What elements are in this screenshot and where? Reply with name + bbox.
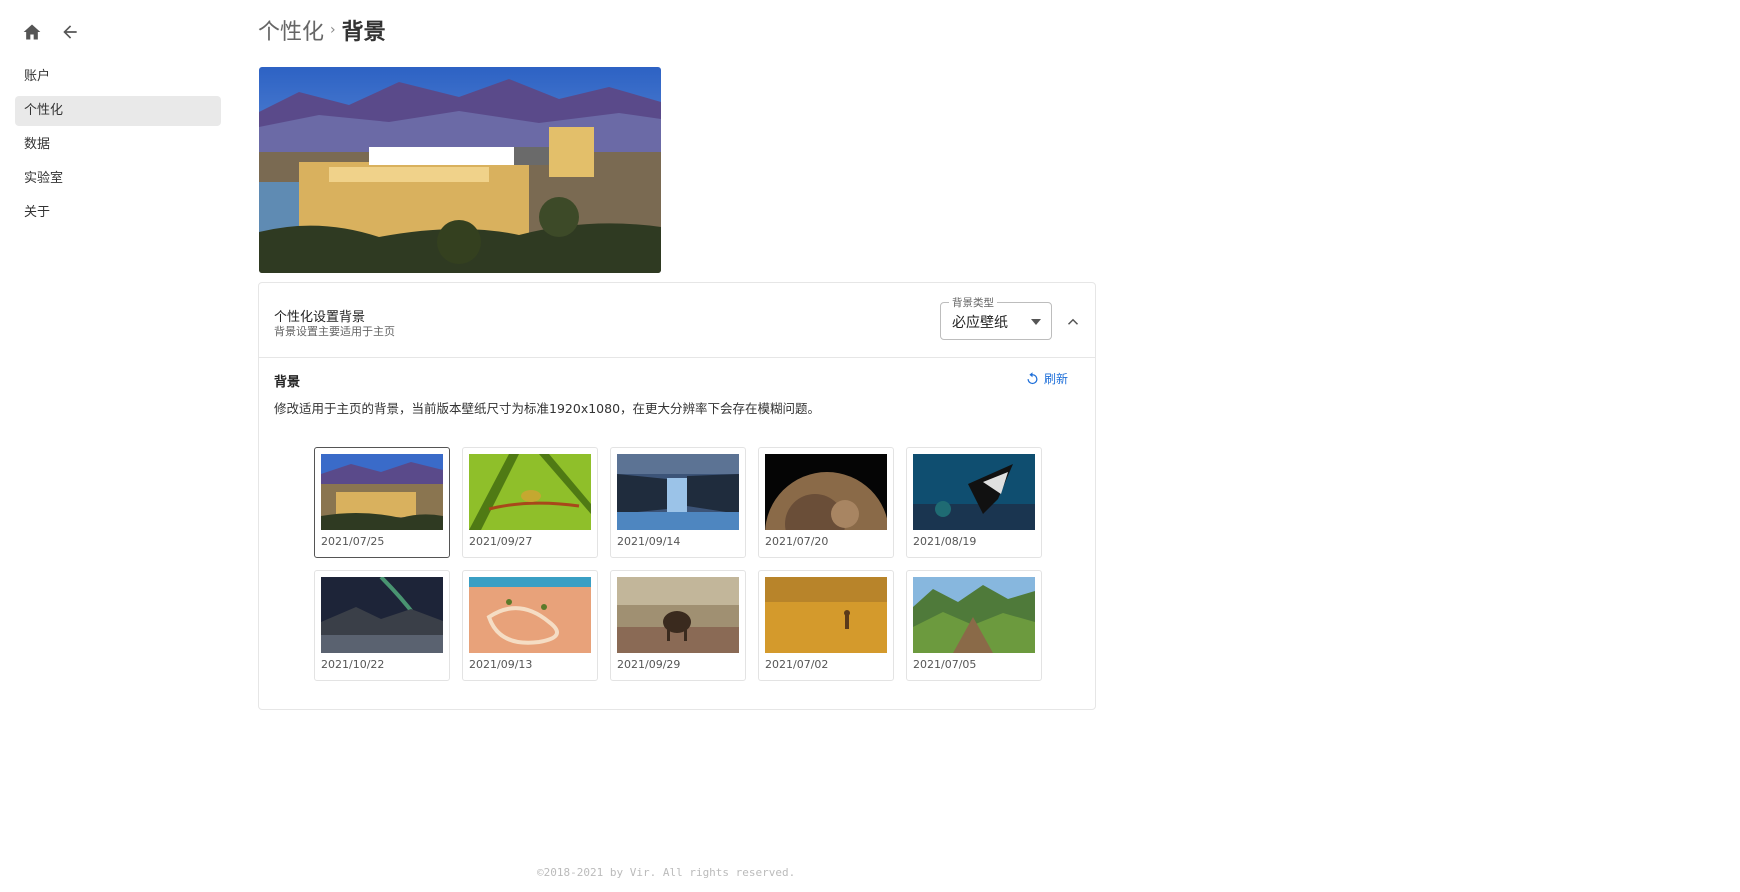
background-preview [259, 67, 661, 273]
caret-down-icon [1031, 319, 1041, 325]
background-type-label: 背景类型 [949, 295, 997, 310]
breadcrumb-separator: › [330, 22, 336, 38]
wallpaper-thumbnail [321, 454, 443, 530]
wallpaper-thumbnail [913, 454, 1035, 530]
refresh-label: 刷新 [1044, 372, 1069, 386]
wallpaper-date: 2021/07/25 [321, 535, 385, 548]
refresh-button[interactable]: 刷新 [1025, 370, 1068, 387]
wallpaper-item[interactable]: 2021/08/19 [906, 447, 1042, 558]
sidebar: 账户 个性化 数据 实验室 关于 [0, 0, 230, 892]
wallpaper-item[interactable]: 2021/09/14 [610, 447, 746, 558]
background-type-value: 必应壁纸 [952, 315, 1008, 331]
breadcrumb: 个性化 › 背景 [258, 14, 386, 46]
settings-header: 个性化设置背景 背景设置主要适用于主页 背景类型 必应壁纸 [259, 283, 1095, 358]
wallpaper-thumbnail [469, 454, 591, 530]
sidebar-item-about[interactable]: 关于 [15, 198, 221, 228]
wallpaper-thumbnail [617, 577, 739, 653]
wallpaper-date: 2021/10/22 [321, 658, 385, 671]
wallpaper-thumbnail [765, 454, 887, 530]
chevron-up-icon[interactable] [1062, 311, 1084, 333]
wallpaper-date: 2021/09/13 [469, 658, 533, 671]
wallpaper-date: 2021/09/14 [617, 535, 681, 548]
wallpaper-thumbnail [469, 577, 591, 653]
top-icons [20, 20, 82, 44]
page-title: 背景 [341, 20, 386, 45]
wallpaper-date: 2021/09/29 [617, 658, 681, 671]
wallpaper-thumbnail [321, 577, 443, 653]
sidebar-item-account[interactable]: 账户 [15, 62, 221, 92]
sidebar-item-personalization[interactable]: 个性化 [15, 96, 221, 126]
wallpaper-date: 2021/07/05 [913, 658, 977, 671]
refresh-icon [1027, 372, 1038, 385]
background-type-select[interactable]: 背景类型 必应壁纸 [940, 295, 1052, 340]
wallpaper-item[interactable]: 2021/07/02 [758, 570, 894, 681]
home-icon[interactable] [20, 20, 44, 44]
wallpaper-date: 2021/09/27 [469, 535, 533, 548]
footer-copyright: ©2018-2021 by Vir. All rights reserved. [537, 866, 796, 879]
wallpaper-thumbnail [913, 577, 1035, 653]
settings-subtitle: 背景设置主要适用于主页 [274, 325, 395, 338]
arrow-left-icon[interactable] [58, 20, 82, 44]
sidebar-item-lab[interactable]: 实验室 [15, 164, 221, 194]
wallpaper-item[interactable]: 2021/07/25 [314, 447, 450, 558]
wallpaper-item[interactable]: 2021/07/05 [906, 570, 1042, 681]
wallpaper-item[interactable]: 2021/09/29 [610, 570, 746, 681]
wallpaper-item[interactable]: 2021/10/22 [314, 570, 450, 681]
wallpaper-date: 2021/07/02 [765, 658, 829, 671]
background-section-title: 背景 [274, 375, 301, 390]
background-settings-card: 个性化设置背景 背景设置主要适用于主页 背景类型 必应壁纸 背景 刷新 修改适用… [258, 282, 1096, 710]
wallpaper-thumbnail [765, 577, 887, 653]
wallpaper-date: 2021/07/20 [765, 535, 829, 548]
wallpaper-date: 2021/08/19 [913, 535, 977, 548]
wallpaper-item[interactable]: 2021/09/27 [462, 447, 598, 558]
wallpaper-grid: 2021/07/25 2021/09/27 2021/09/14 2021/07… [314, 447, 1044, 681]
breadcrumb-parent[interactable]: 个性化 [258, 14, 324, 46]
sidebar-nav: 账户 个性化 数据 实验室 关于 [15, 62, 221, 232]
wallpaper-item[interactable]: 2021/09/13 [462, 570, 598, 681]
background-description: 修改适用于主页的背景，当前版本壁纸尺寸为标准1920x1080，在更大分辨率下会… [274, 401, 821, 416]
sidebar-item-data[interactable]: 数据 [15, 130, 221, 160]
wallpaper-thumbnail [617, 454, 739, 530]
wallpaper-item[interactable]: 2021/07/20 [758, 447, 894, 558]
